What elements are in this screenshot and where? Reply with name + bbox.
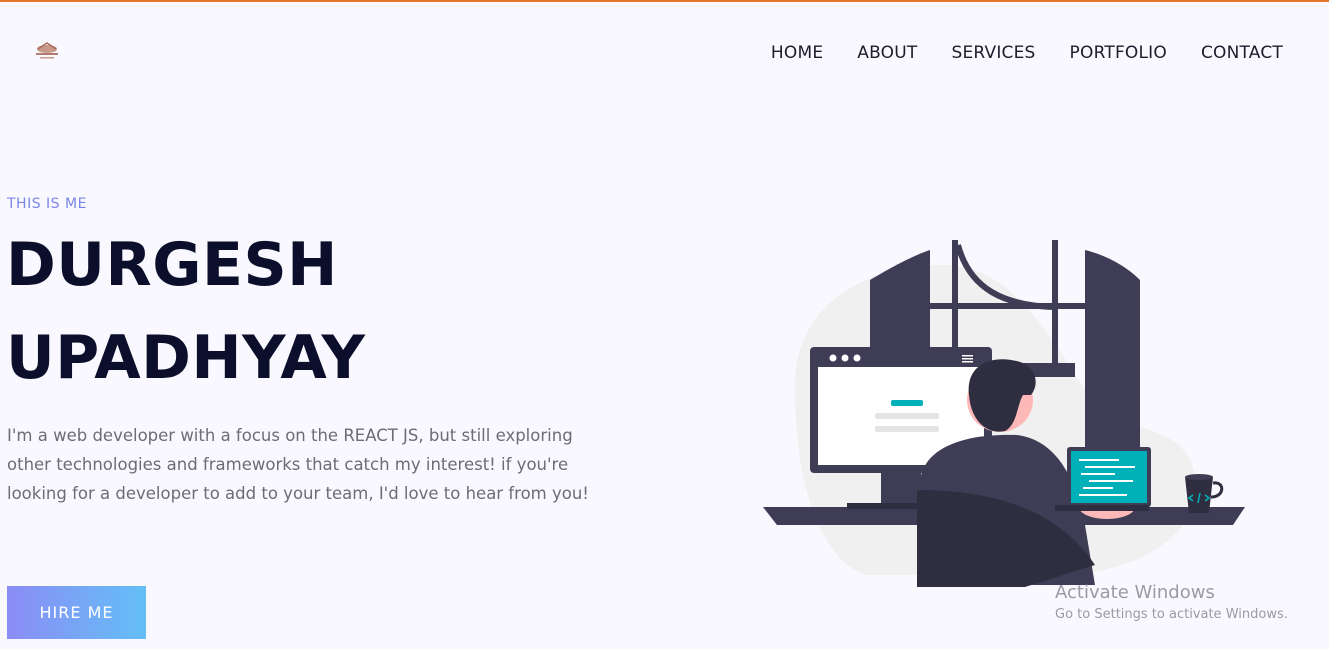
hero-eyebrow: THIS IS ME xyxy=(7,196,87,212)
nav-portfolio[interactable]: PORTFOLIO xyxy=(1070,43,1167,63)
nav-about[interactable]: ABOUT xyxy=(857,43,917,63)
hero-illustration xyxy=(755,235,1255,595)
main-nav: HOME ABOUT SERVICES PORTFOLIO CONTACT xyxy=(771,43,1283,63)
logo[interactable] xyxy=(30,40,64,64)
hero-name-last: UPADHYAY xyxy=(6,323,366,393)
nav-contact[interactable]: CONTACT xyxy=(1201,43,1283,63)
nav-home[interactable]: HOME xyxy=(771,43,823,63)
nav-services[interactable]: SERVICES xyxy=(951,43,1035,63)
hero-name-first: DURGESH xyxy=(6,230,338,300)
developer-illustration xyxy=(763,240,1245,587)
top-accent-bar xyxy=(0,0,1329,2)
logo-mark-icon xyxy=(36,42,58,59)
hire-me-button[interactable]: HIRE ME xyxy=(7,586,146,639)
activation-watermark: Activate Windows Go to Settings to activ… xyxy=(1055,582,1288,626)
watermark-subtitle: Go to Settings to activate Windows. xyxy=(1055,607,1288,622)
hero-intro: I'm a web developer with a focus on the … xyxy=(7,426,589,503)
watermark-title: Activate Windows xyxy=(1055,582,1215,603)
